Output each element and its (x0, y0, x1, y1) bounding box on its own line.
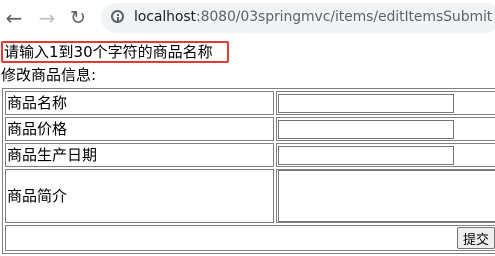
back-arrow-icon[interactable]: ← (2, 6, 26, 30)
page-content: 请输入1到30个字符的商品名称 修改商品信息: 商品名称 商品价格 商品生产日期… (0, 36, 495, 256)
form-row-submit: 提交 (5, 225, 495, 251)
field-cell-price (276, 117, 495, 141)
form-row-date: 商品生产日期 (5, 143, 495, 167)
item-detail-textarea[interactable] (278, 170, 495, 222)
validation-error-message: 请输入1到30个字符的商品名称 (1, 41, 229, 63)
field-label-name: 商品名称 (5, 91, 274, 115)
item-price-input[interactable] (278, 119, 454, 139)
form-row-detail: 商品简介 (5, 169, 495, 223)
field-label-detail: 商品简介 (5, 169, 274, 223)
field-cell-detail (276, 169, 495, 223)
field-label-date: 商品生产日期 (5, 143, 274, 167)
url-text[interactable]: localhost:8080/03springmvc/items/editIte… (134, 9, 492, 25)
reload-icon[interactable]: ↻ (66, 6, 90, 30)
field-label-price: 商品价格 (5, 117, 274, 141)
item-name-input[interactable] (278, 93, 454, 113)
submit-button[interactable]: 提交 (456, 227, 495, 249)
browser-toolbar: ← → ↻ localhost:8080/03springmvc/items/e… (0, 0, 495, 36)
item-date-input[interactable] (278, 145, 454, 165)
section-title: 修改商品信息: (1, 66, 97, 84)
field-cell-date (276, 143, 495, 167)
form-row-price: 商品价格 (5, 117, 495, 141)
form-row-name: 商品名称 (5, 91, 495, 115)
site-info-icon[interactable] (111, 10, 124, 23)
field-cell-name (276, 91, 495, 115)
url-host: localhost (134, 9, 196, 25)
url-path: :8080/03springmvc/items/editItemsSubmit (195, 9, 493, 25)
forward-arrow-icon[interactable]: → (35, 6, 59, 30)
submit-cell: 提交 (5, 225, 495, 251)
address-bar[interactable]: localhost:8080/03springmvc/items/editIte… (101, 3, 495, 33)
edit-item-form-table: 商品名称 商品价格 商品生产日期 商品简介 提交 (2, 88, 495, 254)
